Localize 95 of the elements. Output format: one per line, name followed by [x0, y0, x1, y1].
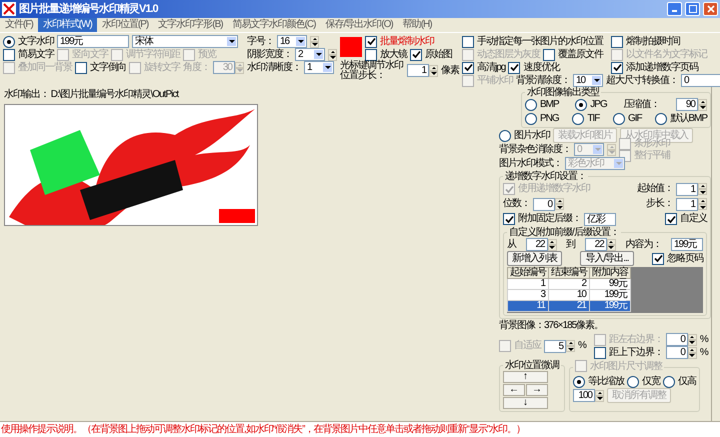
menu-item[interactable]: 保存/导出水印(O) [320, 18, 398, 32]
field-label: 到 [566, 238, 576, 250]
checkbox[interactable]: 手动指定每一张图片的水印位置 [462, 36, 603, 48]
radio-button[interactable]: 图片水印 [499, 130, 550, 142]
text-field[interactable]: 199元 [670, 238, 703, 251]
field-label: 起始值： [637, 183, 673, 195]
menu-item[interactable]: 简易文字水印颜色(C) [228, 18, 320, 32]
arrow-button[interactable]: ← [503, 384, 525, 396]
menu-item[interactable]: 文件(F) [0, 18, 38, 32]
arrow-button[interactable]: ↑ [503, 371, 548, 383]
spin-field[interactable]: 1 [676, 182, 698, 196]
spin-field[interactable]: 0 [666, 333, 688, 346]
push-button[interactable]: 导入/导出... [580, 251, 634, 266]
field-label: % [700, 346, 708, 358]
text-field[interactable]: 亿彩 [584, 212, 616, 226]
arrow-button[interactable]: → [526, 384, 548, 396]
table-cell: 2 [548, 278, 590, 290]
radio-button[interactable]: GIF [612, 112, 642, 124]
status-bar: 使用操作提示说明。（在背景图上拖动可调整水印标记的位置,如水印“假消失”，在背景图片中任意单击或者拖动则重新“显示”水印。） [0, 421, 720, 437]
checkbox[interactable]: 覆盖原文件 [543, 48, 603, 60]
dropdown[interactable]: 1 [304, 61, 334, 74]
dropdown[interactable]: 宋体 [132, 35, 238, 48]
column-header[interactable]: 结束编号 [548, 268, 590, 278]
spin-field[interactable]: 1 [676, 198, 698, 210]
spin-field[interactable]: 22 [584, 238, 607, 251]
radio-button[interactable]: 默认BMP [655, 112, 707, 124]
spin-field[interactable]: 1 [407, 64, 429, 77]
column-header[interactable]: 附加内容 [590, 268, 630, 278]
dropdown[interactable]: 10 [573, 74, 603, 87]
dropdown[interactable]: 0 [681, 74, 720, 87]
radio-button[interactable]: TIF [572, 112, 600, 124]
checkbox[interactable]: 附加固定后缀： [503, 213, 581, 225]
field-label: % [700, 334, 708, 346]
radio-button[interactable]: 等比缩放 [573, 376, 624, 388]
spin-field[interactable]: 100 [573, 389, 595, 402]
table-cell: 1 [508, 278, 548, 290]
dropdown[interactable]: 16 [277, 35, 307, 48]
checkbox[interactable]: 批量熔制水印 [365, 36, 434, 48]
text-field[interactable]: 199元 [57, 35, 129, 48]
field-label: 位数： [503, 198, 530, 210]
menu-item[interactable]: 水印样式(W) [38, 18, 97, 32]
field-label: 背景清除度： [516, 74, 570, 86]
checkbox[interactable]: 高清jpg [462, 62, 506, 74]
field-label: 背景杂色消除度： [499, 144, 571, 156]
field-label: 图片水印模式： [499, 158, 562, 170]
spin-field[interactable]: 5 [544, 340, 566, 352]
menu-item[interactable]: 文字水印字形(B) [153, 18, 228, 32]
group-title: 自定义附加前缀/后缀设置： [508, 227, 620, 238]
spin-field[interactable]: 0 [533, 198, 555, 210]
field-label: 水印清晰度： [247, 62, 301, 74]
table-cell: 99元 [590, 278, 630, 290]
radio-button[interactable]: BMP [525, 98, 559, 110]
window-title: 图片批量递增编号水印精灵V1.0 [19, 3, 160, 15]
spin-field[interactable]: 22 [526, 238, 548, 251]
field-label: 步长： [646, 198, 673, 210]
field-label: 压缩值： [623, 98, 660, 110]
spin-field[interactable]: 90 [676, 98, 698, 111]
group-title: 水印位置微调 [504, 360, 560, 371]
checkbox[interactable]: 距上下边界： [594, 346, 663, 358]
checkbox[interactable]: 自定义 [665, 213, 707, 225]
arrow-button[interactable]: ↓ [503, 397, 548, 409]
group-title: 水印图像输出类型 [526, 87, 600, 98]
column-header[interactable]: 起始编号 [508, 268, 548, 278]
push-button[interactable]: 新增入列表 [507, 251, 562, 266]
checkbox[interactable]: 放大镜 [365, 48, 407, 60]
table-cell: 199元 [590, 300, 630, 312]
radio-button[interactable]: JPG [575, 98, 607, 110]
field-label: 从 [507, 238, 516, 250]
field-label: 内容为： [625, 238, 662, 250]
field-label: 字号： [247, 36, 274, 48]
checkbox[interactable]: 原始图 [410, 48, 452, 60]
menu-item[interactable]: 帮助(H) [398, 18, 437, 32]
checkbox[interactable]: 速度优化 [508, 62, 560, 74]
field-label: 角度： [183, 62, 210, 74]
radio-button[interactable]: PNG [525, 112, 559, 124]
checkbox[interactable]: 熔制拍摄时间 [611, 36, 680, 48]
field-label: 超大尺寸转换值： [606, 74, 678, 86]
radio-button[interactable]: 仅高 [663, 376, 696, 388]
menu-item[interactable]: 水印位置(P) [96, 18, 154, 32]
field-label: 像素 [441, 64, 459, 76]
image-size-text: 背景图像：376×185像素。 [499, 320, 604, 332]
group-title: 递增数字水印设置： [504, 171, 587, 182]
output-path: 水印输出： D:\图片批量编号水印精灵\OutPict [4, 89, 180, 101]
table-cell: 11 [508, 300, 548, 312]
checkbox[interactable]: 文字倒向 [75, 62, 126, 74]
radio-button[interactable]: 文字水印 [3, 36, 54, 48]
field-label: 阴影宽度： [247, 48, 292, 60]
dropdown[interactable]: 2 [295, 48, 325, 61]
field-label: 光标键调节水印位置步长： [340, 60, 404, 80]
checkbox[interactable]: 简易文字 [3, 48, 54, 60]
spin-field[interactable]: 0 [666, 346, 688, 359]
radio-button[interactable]: 仅宽 [627, 376, 660, 388]
field-label: % [578, 340, 586, 352]
checkbox[interactable]: 忽略页码 [652, 252, 703, 264]
checkbox[interactable]: 添加递增数字页码 [611, 62, 698, 74]
